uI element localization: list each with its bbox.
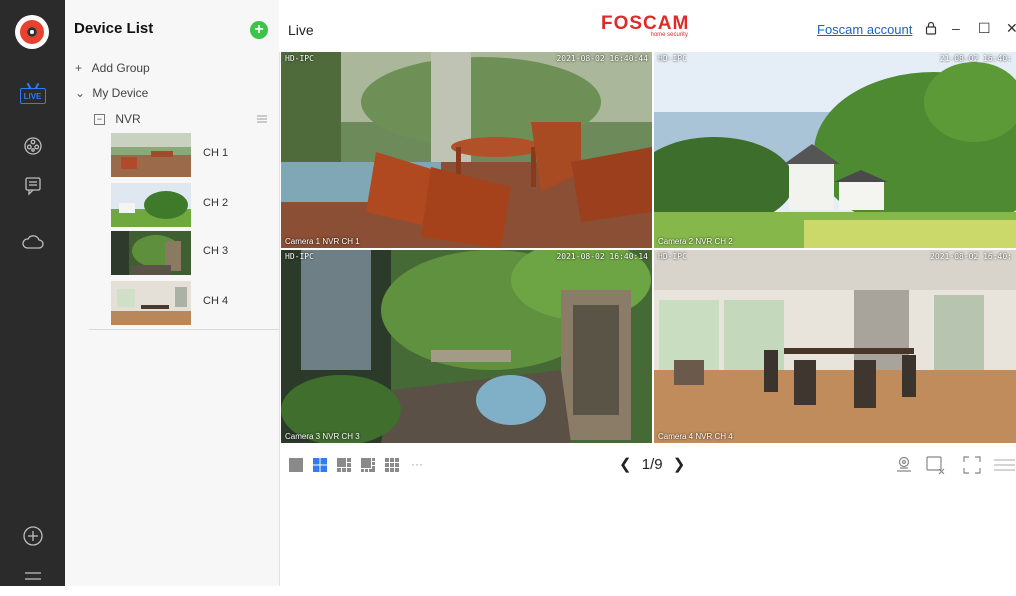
- nav-add-device[interactable]: [0, 516, 65, 556]
- lock-icon[interactable]: [925, 21, 937, 35]
- tile-timestamp: 2021-08-02 16:40:: [930, 252, 1012, 261]
- tile-stream-tag: HD-IPC: [658, 252, 687, 261]
- ptz-icon[interactable]: [893, 454, 915, 476]
- channel-label: CH 2: [203, 197, 229, 209]
- tile-caption: Camera 3 NVR CH 3: [285, 432, 360, 441]
- channel-item-ch3[interactable]: CH 3: [111, 231, 281, 275]
- tile-caption: Camera 4 NVR CH 4: [658, 432, 733, 441]
- chevron-down-icon: ⌄: [75, 86, 86, 100]
- video-grid: HD-IPC 2021-08-02 16:40:44 Camera 1 NVR …: [281, 52, 1016, 443]
- settings-sliders-icon[interactable]: [257, 115, 267, 123]
- nvr-label: NVR: [115, 112, 141, 126]
- pagination: ❮ 1/9 ❯: [619, 455, 685, 473]
- video-tile-1[interactable]: HD-IPC 2021-08-02 16:40:44 Camera 1 NVR …: [281, 52, 652, 248]
- channel-label: CH 3: [203, 245, 229, 257]
- next-page-button[interactable]: ❯: [673, 455, 686, 473]
- close-button[interactable]: ✕: [1006, 20, 1016, 37]
- tile-timestamp: 2021-08-02 16:40:44: [556, 54, 648, 63]
- add-group-label: Add Group: [91, 61, 150, 75]
- menu-icon: [24, 572, 41, 580]
- tile-timestamp: 2021-08-02 16:40:14: [556, 252, 648, 261]
- eight-layout-icon[interactable]: [360, 457, 376, 473]
- nav-cloud[interactable]: [0, 222, 65, 262]
- bottom-toolbar: ··· ❮ 1/9 ❯: [279, 446, 1016, 482]
- nvr-node[interactable]: − NVR: [94, 112, 141, 126]
- device-list-title: Device List: [74, 20, 154, 37]
- video-tile-3[interactable]: HD-IPC 2021-08-02 16:40:14 Camera 3 NVR …: [281, 250, 652, 443]
- add-group-item[interactable]: + Add Group: [75, 61, 150, 75]
- video-tile-2[interactable]: HD-IPC 21-08-02 16:40: Camera 2 NVR CH 2: [654, 52, 1016, 248]
- nav-menu[interactable]: [0, 556, 65, 596]
- collapse-icon: −: [94, 114, 105, 126]
- nav-live[interactable]: LIVE: [0, 76, 65, 116]
- plus-icon: +: [75, 61, 83, 75]
- tile-stream-tag: HD-IPC: [658, 54, 687, 63]
- channel-thumbnail: [111, 231, 191, 275]
- nav-playback[interactable]: [0, 126, 65, 166]
- nine-layout-icon[interactable]: [384, 457, 400, 473]
- more-layouts-button[interactable]: ···: [411, 457, 423, 471]
- device-list-panel: Device List + + Add Group ⌄ My Device − …: [65, 0, 280, 586]
- close-all-icon[interactable]: [924, 454, 946, 476]
- tile-caption: Camera 2 NVR CH 2: [658, 237, 733, 246]
- cloud-icon: [21, 235, 44, 249]
- channel-label: CH 1: [203, 147, 229, 159]
- live-tv-icon: LIVE: [19, 88, 46, 104]
- prev-page-button[interactable]: ❮: [619, 455, 632, 473]
- my-device-group[interactable]: ⌄ My Device: [75, 86, 148, 100]
- tile-timestamp: 21-08-02 16:40:: [939, 54, 1012, 63]
- plus-circle-icon: [22, 526, 43, 546]
- channel-thumbnail: [111, 133, 191, 177]
- add-device-button[interactable]: +: [250, 21, 268, 39]
- video-tile-4[interactable]: HD-IPC 2021-08-02 16:40: Camera 4 NVR CH…: [654, 250, 1016, 443]
- single-layout-icon[interactable]: [288, 457, 304, 473]
- nav-messages[interactable]: [0, 166, 65, 206]
- brand-tagline: home security: [650, 32, 688, 38]
- channel-thumbnail: [111, 281, 191, 325]
- account-link[interactable]: Foscam account: [817, 22, 912, 37]
- minimize-button[interactable]: –: [952, 20, 960, 36]
- tile-caption: Camera 1 NVR CH 1: [285, 237, 360, 246]
- message-icon: [24, 177, 41, 196]
- tile-stream-tag: HD-IPC: [285, 252, 314, 261]
- my-device-label: My Device: [92, 86, 149, 100]
- channel-item-ch1[interactable]: CH 1: [111, 133, 281, 177]
- brand-logo: FOSCAM home security: [601, 13, 689, 38]
- maximize-button[interactable]: ☐: [978, 20, 991, 37]
- quad-layout-icon[interactable]: [312, 457, 328, 473]
- fullscreen-icon[interactable]: [961, 454, 983, 476]
- channel-item-ch2[interactable]: CH 2: [111, 183, 281, 227]
- page-indicator: 1/9: [641, 456, 663, 473]
- app-logo: [15, 15, 49, 49]
- channel-item-ch4[interactable]: CH 4: [111, 281, 281, 325]
- channel-label: CH 4: [203, 295, 229, 307]
- top-bar: Live FOSCAM home security Foscam account…: [279, 0, 1016, 52]
- tile-stream-tag: HD-IPC: [285, 54, 314, 63]
- channel-thumbnail: [111, 183, 191, 227]
- page-title: Live: [288, 22, 314, 38]
- menu-icon[interactable]: [993, 454, 1015, 476]
- divider: [89, 329, 279, 330]
- six-layout-icon[interactable]: [336, 457, 352, 473]
- film-reel-icon: [23, 137, 42, 155]
- navigation-rail: LIVE: [0, 0, 65, 586]
